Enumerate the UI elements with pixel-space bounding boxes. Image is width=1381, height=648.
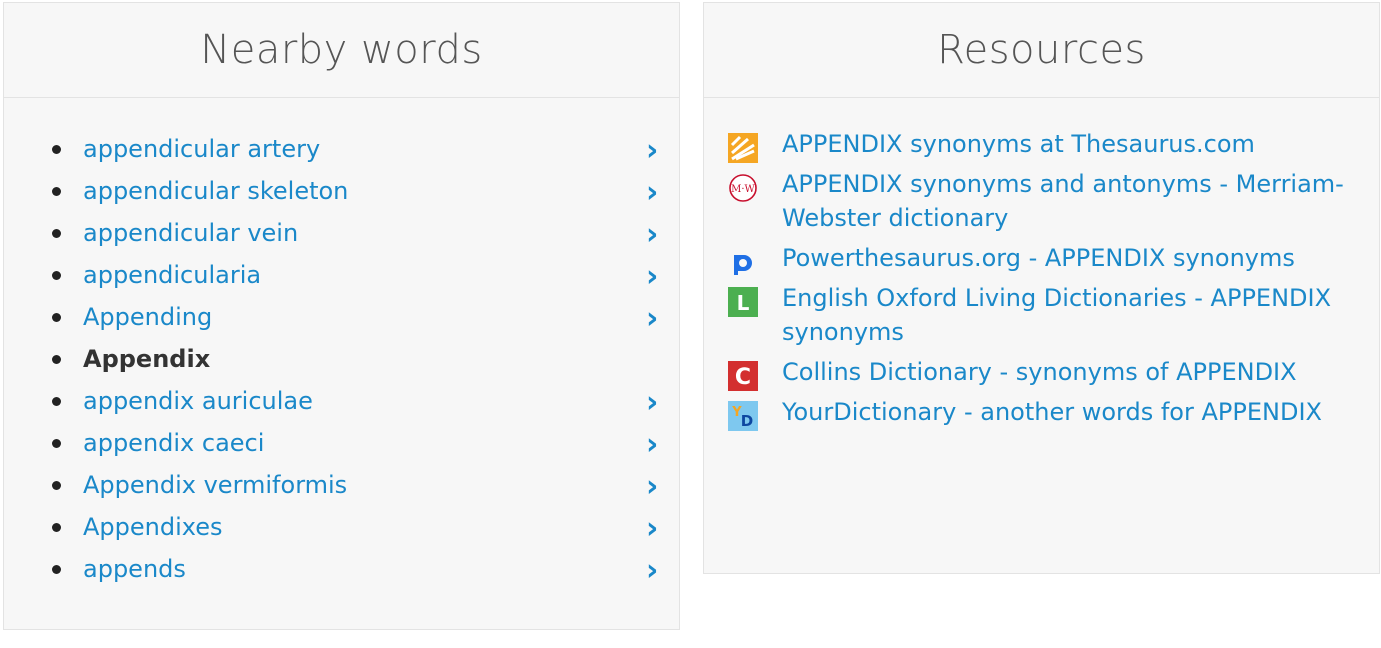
nearby-words-list: appendicular artery › appendicular skele… xyxy=(4,130,679,592)
list-item: Y D YourDictionary - another words for A… xyxy=(728,395,1369,431)
svg-text:C: C xyxy=(735,365,751,390)
chevron-right-icon[interactable]: › xyxy=(646,258,658,296)
bullet-icon xyxy=(52,397,61,406)
list-item: L English Oxford Living Dictionaries - A… xyxy=(728,281,1369,349)
resource-link[interactable]: YourDictionary - another words for APPEN… xyxy=(782,398,1322,426)
collins-icon: C xyxy=(728,361,758,391)
list-item: appendix caeci › xyxy=(4,424,679,466)
resource-link[interactable]: APPENDIX synonyms at Thesaurus.com xyxy=(782,130,1255,158)
nearby-words-card: Nearby words appendicular artery › appen… xyxy=(3,2,680,630)
svg-text:M·W: M·W xyxy=(731,184,755,195)
bullet-icon xyxy=(52,271,61,280)
bullet-icon xyxy=(52,565,61,574)
resource-link[interactable]: Powerthesaurus.org - APPENDIX synonyms xyxy=(782,244,1295,272)
nearby-words-header: Nearby words xyxy=(4,3,679,98)
list-item: Appendix vermiformis › xyxy=(4,466,679,508)
list-item: appendicular artery › xyxy=(4,130,679,172)
resource-link[interactable]: Collins Dictionary - synonyms of APPENDI… xyxy=(782,358,1297,386)
list-item: M·W APPENDIX synonyms and antonyms - Mer… xyxy=(728,167,1369,235)
nearby-word-link[interactable]: appendicular artery xyxy=(83,135,320,163)
list-item: APPENDIX synonyms at Thesaurus.com xyxy=(728,127,1369,163)
list-item: Powerthesaurus.org - APPENDIX synonyms xyxy=(728,241,1369,275)
chevron-right-icon[interactable]: › xyxy=(646,132,658,170)
svg-text:D: D xyxy=(741,412,753,430)
nearby-word-link[interactable]: appendicularia xyxy=(83,261,261,289)
thesaurus-icon xyxy=(728,133,758,163)
list-item: Appending › xyxy=(4,298,679,340)
list-item: appends › xyxy=(4,550,679,592)
bullet-icon xyxy=(52,187,61,196)
nearby-word-link[interactable]: appendicular skeleton xyxy=(83,177,348,205)
list-item-current: Appendix xyxy=(4,340,679,382)
yourdictionary-icon: Y D xyxy=(728,401,758,431)
merriam-webster-icon: M·W xyxy=(729,174,757,202)
svg-text:L: L xyxy=(737,291,750,315)
list-item: appendicularia › xyxy=(4,256,679,298)
current-word: Appendix xyxy=(83,345,211,373)
chevron-right-icon[interactable]: › xyxy=(646,174,658,212)
powerthesaurus-icon xyxy=(734,255,752,275)
bullet-icon xyxy=(52,523,61,532)
bullet-icon xyxy=(52,145,61,154)
oxford-icon: L xyxy=(728,287,758,317)
list-item: C Collins Dictionary - synonyms of APPEN… xyxy=(728,355,1369,391)
nearby-word-link[interactable]: Appendixes xyxy=(83,513,223,541)
list-item: Appendixes › xyxy=(4,508,679,550)
resources-title: Resources xyxy=(937,27,1146,73)
nearby-word-link[interactable]: Appendix vermiformis xyxy=(83,471,347,499)
nearby-word-link[interactable]: appendicular vein xyxy=(83,219,298,247)
chevron-right-icon[interactable]: › xyxy=(646,426,658,464)
chevron-right-icon[interactable]: › xyxy=(646,552,658,590)
bullet-icon xyxy=(52,229,61,238)
bullet-icon xyxy=(52,439,61,448)
chevron-right-icon[interactable]: › xyxy=(646,300,658,338)
nearby-words-title: Nearby words xyxy=(200,27,483,73)
nearby-word-link[interactable]: appendix auriculae xyxy=(83,387,313,415)
list-item: appendicular skeleton › xyxy=(4,172,679,214)
bullet-icon xyxy=(52,313,61,322)
chevron-right-icon[interactable]: › xyxy=(646,510,658,548)
resource-link[interactable]: APPENDIX synonyms and antonyms - Merriam… xyxy=(782,170,1344,232)
resources-card: Resources APPENDIX synonyms at Thesaurus… xyxy=(703,2,1380,574)
resources-list: APPENDIX synonyms at Thesaurus.com M·W A… xyxy=(728,127,1369,435)
list-item: appendicular vein › xyxy=(4,214,679,256)
nearby-word-link[interactable]: Appending xyxy=(83,303,212,331)
resources-header: Resources xyxy=(704,3,1379,98)
nearby-word-link[interactable]: appendix caeci xyxy=(83,429,264,457)
chevron-right-icon[interactable]: › xyxy=(646,216,658,254)
chevron-right-icon[interactable]: › xyxy=(646,384,658,422)
nearby-word-link[interactable]: appends xyxy=(83,555,186,583)
chevron-right-icon[interactable]: › xyxy=(646,468,658,506)
bullet-icon xyxy=(52,481,61,490)
list-item: appendix auriculae › xyxy=(4,382,679,424)
resource-link[interactable]: English Oxford Living Dictionaries - APP… xyxy=(782,284,1331,346)
bullet-icon xyxy=(52,355,61,364)
